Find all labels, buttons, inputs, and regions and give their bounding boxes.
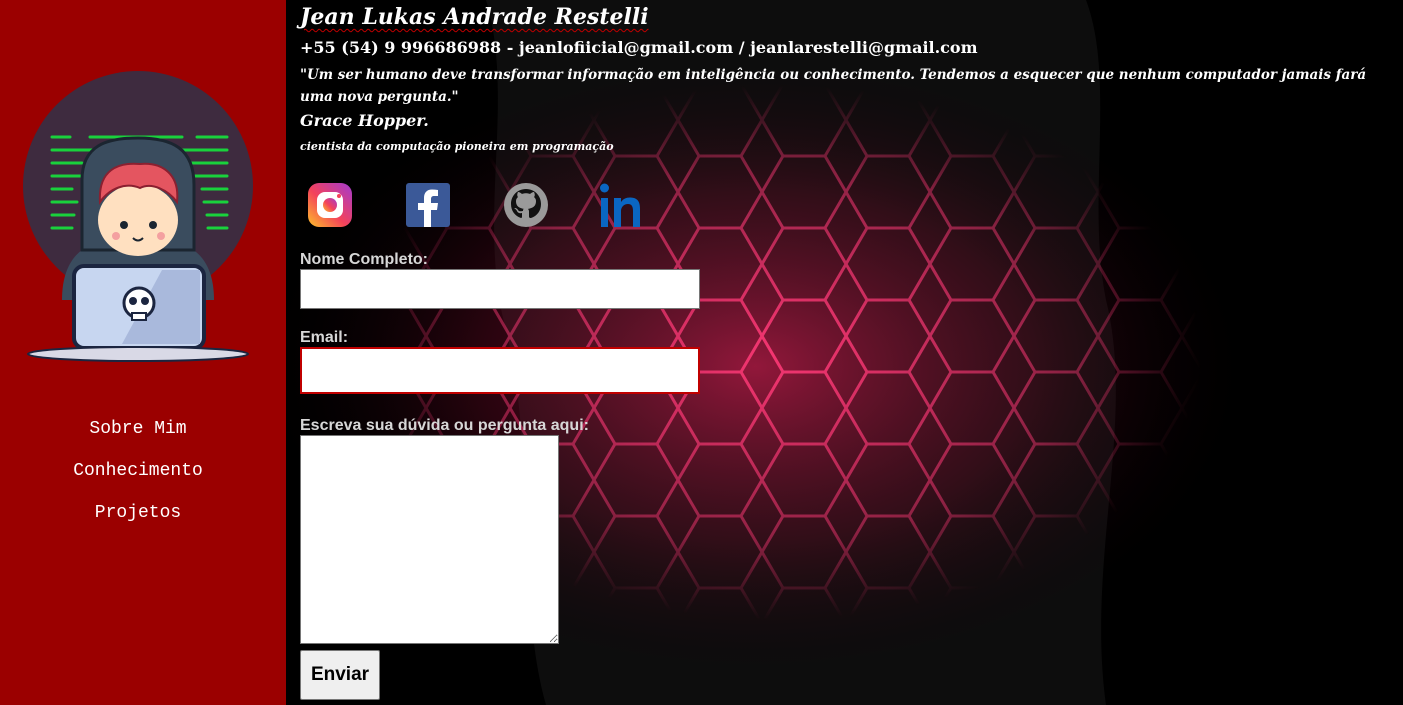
page-title: Jean Lukas Andrade Restelli [300,4,649,30]
nav-item-sobre-mim[interactable]: Sobre Mim [89,415,186,457]
email-field[interactable] [300,347,700,394]
quote-author: Grace Hopper. [300,111,429,130]
instagram-link[interactable] [306,181,354,229]
github-link[interactable] [502,181,550,229]
name-field-label: Nome Completo: [300,251,428,268]
sidebar: Sobre Mim Conhecimento Projetos [0,0,286,705]
contact-info: +55 (54) 9 996686988 - jeanlofiicial@gma… [300,38,978,57]
sidebar-nav: Sobre Mim Conhecimento Projetos [0,415,276,541]
instagram-icon [308,183,352,227]
name-field[interactable] [300,269,700,309]
email-field-label: Email: [300,329,349,346]
github-icon [504,183,548,227]
quote-text: "Um ser humano deve transformar informaç… [300,67,1367,105]
facebook-icon [406,183,450,227]
linkedin-icon [600,183,640,227]
social-links [306,181,666,231]
submit-button[interactable]: Enviar [300,650,380,700]
question-textarea[interactable] [300,435,559,644]
nav-item-conhecimento[interactable]: Conhecimento [73,457,203,499]
nav-item-projetos[interactable]: Projetos [95,499,181,541]
facebook-link[interactable] [404,181,452,229]
main-content: Jean Lukas Andrade Restelli +55 (54) 9 9… [286,0,1403,705]
linkedin-link[interactable] [600,181,648,229]
quote-author-role: cientista da computação pioneira em prog… [300,140,614,153]
hacker-avatar-illustration [23,71,253,362]
question-field-label: Escreva sua dúvida ou pergunta aqui: [300,417,589,434]
